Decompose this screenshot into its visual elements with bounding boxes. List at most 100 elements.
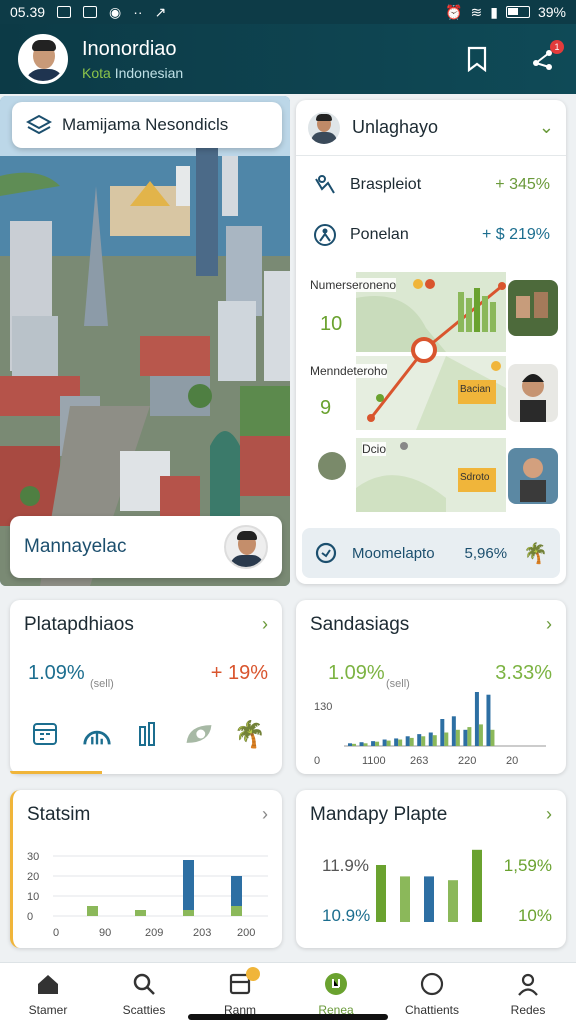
city-aerial-image — [0, 96, 290, 586]
bar — [386, 740, 391, 746]
gauge-icon[interactable] — [81, 718, 113, 750]
stat-row-2-value: + $ 219% — [481, 226, 550, 243]
nav-item-redes[interactable]: Redes — [480, 963, 576, 1024]
city-bottom-label: Mannayelac — [24, 536, 127, 557]
status-bar: 05.39 ◉ ·· ↗ ⏰ ≋ ▮ 39% — [0, 0, 576, 24]
bar — [428, 732, 433, 746]
bar — [474, 692, 479, 746]
sandasiags-card[interactable]: Sandasiags › 1.09% (sell) 3.33% 130 0 1100… — [296, 600, 566, 774]
nav-label: Stamer — [28, 1003, 68, 1017]
x-tick-label: 263 — [410, 755, 428, 767]
bar — [231, 906, 242, 916]
city-search-bar[interactable]: Mamijama Nesondicls — [12, 102, 282, 148]
contact-avatar[interactable] — [224, 525, 268, 569]
stat-row-1-value: + 345% — [495, 176, 550, 193]
bar — [444, 732, 449, 746]
app-subtitle: Kota Indonesian — [82, 65, 183, 81]
sandasiags-stat-b: 3.33% — [495, 662, 552, 684]
y-tick-label: 0 — [27, 911, 33, 923]
region-card-header[interactable]: Unlaghayo ⌄ — [296, 100, 566, 156]
chevron-right-icon[interactable]: › — [262, 614, 268, 635]
bars-icon[interactable] — [132, 718, 164, 750]
user-avatar[interactable] — [18, 34, 68, 84]
bar — [467, 727, 472, 746]
region-footer[interactable]: Moomelapto 5,96% 🌴 — [302, 528, 560, 578]
region-footer-label: Moomelapto — [352, 544, 435, 562]
y-tick-label: 130 — [314, 701, 332, 713]
circle-icon — [419, 971, 445, 997]
x-tick-label: 209 — [145, 927, 163, 939]
sandasiags-card-title: Sandasiags — [310, 614, 410, 635]
bar — [424, 876, 434, 922]
city-bottom-panel[interactable]: Mannayelac — [10, 516, 282, 578]
mandapy-label-tl: 11.9% — [322, 856, 369, 875]
x-tick-label: 1100 — [362, 755, 386, 767]
platform-stat-a: 1.09% — [28, 662, 85, 684]
route-icon — [312, 172, 338, 198]
notification-badge: 1 — [550, 40, 564, 54]
nav-badge — [245, 967, 260, 981]
mandapy-card-title: Mandapy Plapte — [310, 804, 448, 825]
stat-row-1[interactable]: Braspleiot + 345% — [296, 160, 566, 210]
search-icon — [131, 971, 157, 997]
x-tick-label: 220 — [458, 755, 476, 767]
app-header: Inonordiao Kota Indonesian 1 — [0, 24, 576, 94]
app-title: Inonordiao — [82, 37, 177, 60]
sync-icon: ◉ — [109, 3, 122, 20]
battery-percent: 39% — [537, 4, 566, 20]
bar — [352, 743, 356, 746]
bar — [432, 735, 437, 746]
statsim-card[interactable]: Statsim › 30 20 10 0 0 90 209 203 200 — [10, 790, 282, 948]
expand-chevron-icon[interactable]: ⌄ — [539, 117, 554, 138]
chevron-right-icon[interactable]: › — [546, 614, 552, 635]
bar — [359, 742, 364, 746]
mandapy-card[interactable]: Mandapy Plapte › 11.9% 1,59% 10.9% 10% — [296, 790, 566, 948]
city-image-card[interactable]: Mamijama Nesondicls Mannayelac — [0, 96, 290, 586]
statsim-bar-chart: 30 20 10 0 0 90 209 203 200 — [27, 851, 268, 939]
region-card: Unlaghayo ⌄ Braspleiot + 345% Ponelan + … — [296, 100, 566, 584]
palm-tree-icon: 🌴 — [523, 542, 548, 565]
bookmark-icon — [467, 46, 487, 72]
region-footer-value: 5,96% — [464, 544, 508, 562]
palm-icon[interactable]: 🌴 — [234, 718, 266, 750]
city-search-text: Mamijama Nesondicls — [62, 115, 229, 134]
nav-label: Scatties — [122, 1003, 166, 1017]
map-tag-1: Bacian — [460, 384, 491, 395]
layers-icon — [26, 114, 52, 135]
route-map[interactable]: 10 9 Numerseroneno Menndeteroho Dcio Bac… — [296, 268, 566, 518]
platform-card[interactable]: Platapdhiaos › 1.09% (sell) + 19% 🌴 — [10, 600, 282, 774]
y-tick-label: 10 — [27, 891, 39, 903]
mail-icon — [83, 6, 98, 18]
nav-item-chattients[interactable]: Chattients — [384, 963, 480, 1024]
bookmark-button[interactable] — [462, 44, 492, 74]
leaf-icon[interactable] — [183, 718, 215, 750]
svg-text:9: 9 — [320, 397, 331, 419]
battery-icon — [505, 6, 530, 18]
nav-item-stamer[interactable]: Stamer — [0, 963, 96, 1024]
chevron-right-icon[interactable]: › — [262, 804, 268, 825]
bar — [490, 729, 495, 746]
map-label-3: Dcio — [362, 442, 387, 456]
bar — [394, 738, 399, 746]
bar — [375, 741, 380, 746]
sandasiags-bar-chart: 130 0 1100 263 220 20 — [314, 692, 546, 767]
calendar-icon[interactable] — [30, 718, 62, 750]
bar — [400, 876, 410, 922]
bar — [440, 719, 445, 746]
platform-stat-b: + 19% — [210, 662, 268, 684]
home-indicator[interactable] — [188, 1014, 388, 1020]
region-title: Unlaghayo — [352, 117, 439, 137]
subtitle-accent: Kota — [82, 64, 111, 81]
chevron-right-icon[interactable]: › — [546, 804, 552, 825]
bar — [451, 716, 456, 746]
mandapy-label-br: 10% — [517, 906, 552, 925]
x-tick-label: 203 — [193, 927, 211, 939]
map-label-2: Menndeteroho — [310, 364, 388, 378]
share-button[interactable]: 1 — [528, 40, 564, 74]
mandapy-label-tr: 1,59% — [503, 856, 552, 875]
stat-row-2[interactable]: Ponelan + $ 219% — [296, 210, 566, 260]
bar — [183, 910, 194, 916]
statsim-card-title: Statsim — [27, 804, 91, 825]
svg-text:10: 10 — [320, 313, 342, 335]
nav-item-scatties[interactable]: Scatties — [96, 963, 192, 1024]
